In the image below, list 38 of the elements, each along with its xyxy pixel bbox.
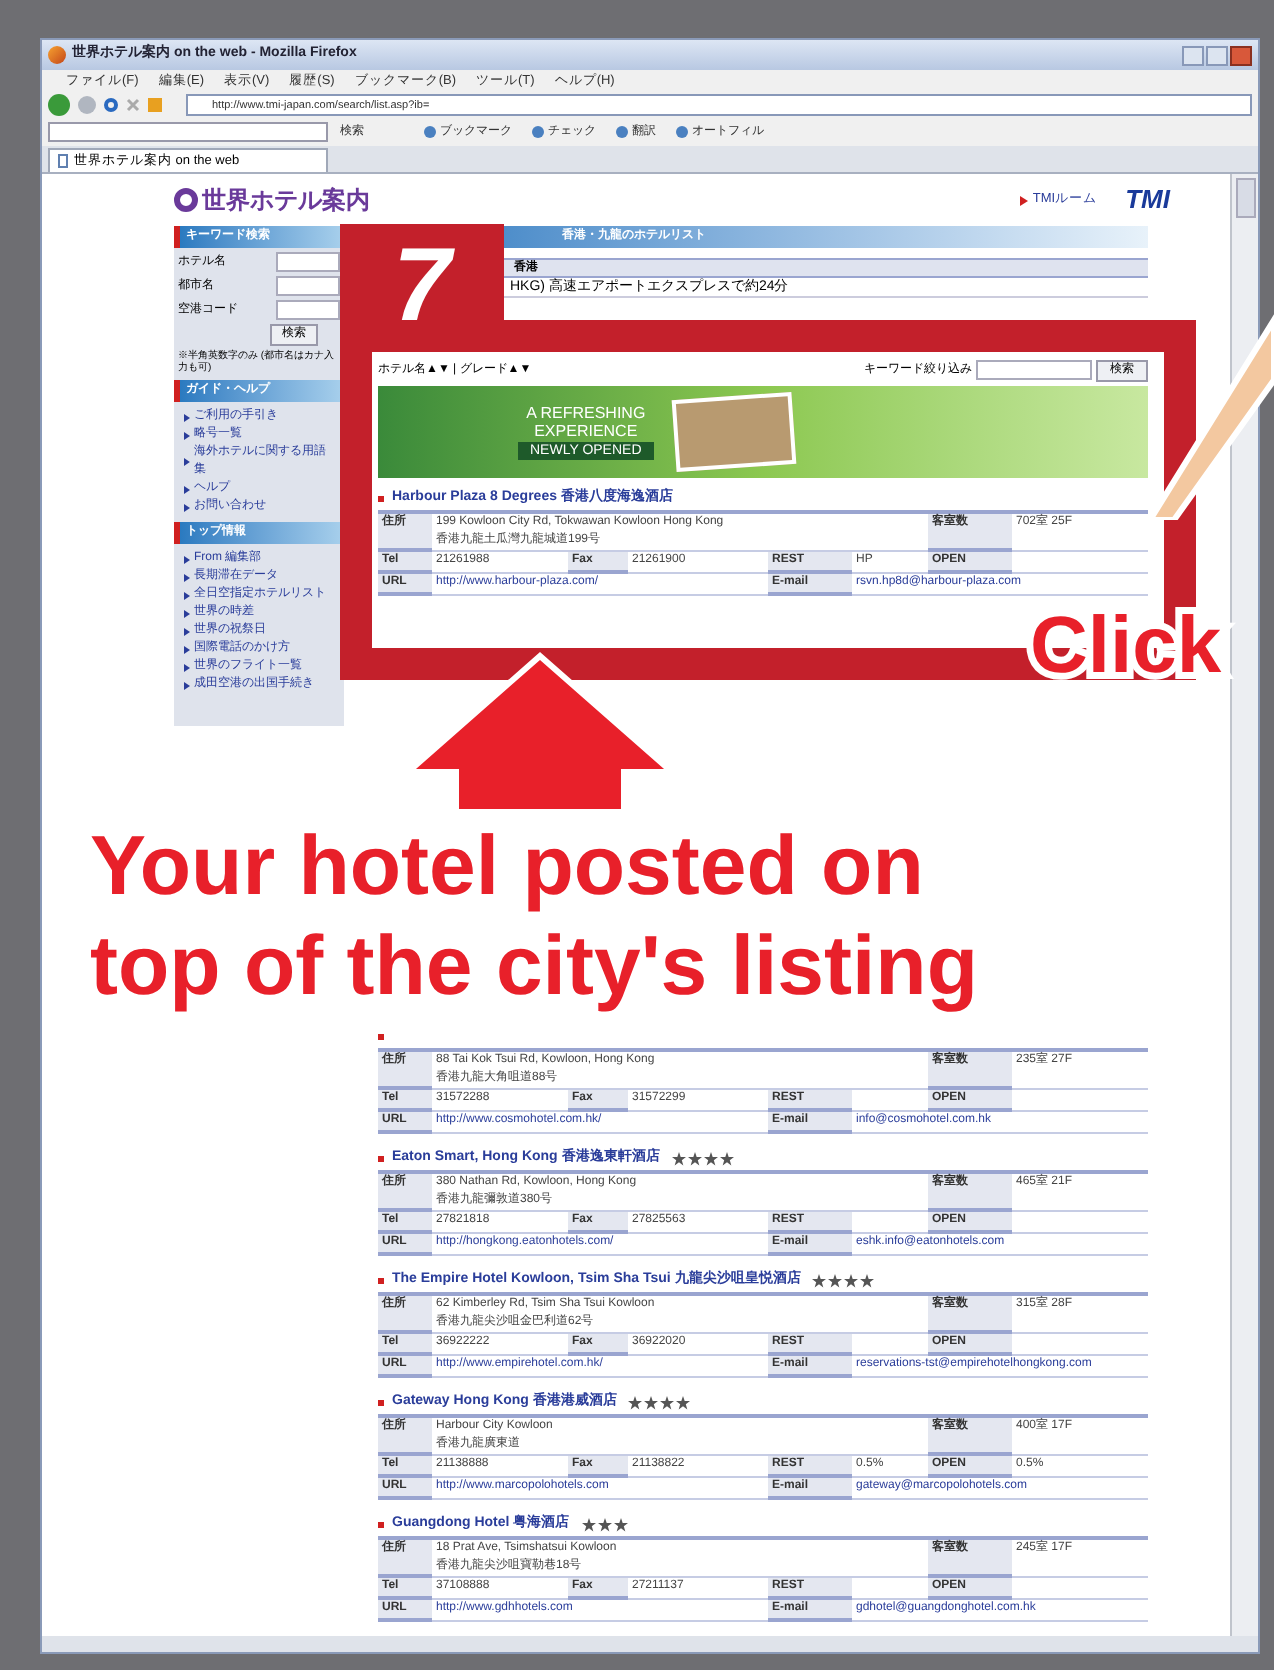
triangle-icon: [184, 503, 190, 511]
bullet-icon: [378, 1033, 384, 1039]
triangle-icon: [184, 681, 190, 689]
banner-text: EXPERIENCE: [534, 422, 638, 440]
bullet-icon: [378, 495, 384, 501]
caption-text: top of the city's listing: [90, 916, 978, 1016]
text-field[interactable]: [276, 252, 340, 272]
site-logo: 世界ホテル案内: [174, 182, 370, 218]
bullet-icon: [378, 1399, 384, 1405]
triangle-icon: [184, 458, 190, 466]
triangle-icon: [184, 555, 190, 563]
stop-icon[interactable]: [126, 98, 140, 112]
search-field[interactable]: [48, 122, 328, 142]
keyword-field[interactable]: [976, 360, 1092, 380]
minimize-button[interactable]: [1182, 45, 1204, 65]
bullet-icon: [378, 1277, 384, 1283]
triangle-icon: [184, 591, 190, 599]
bullet-icon: [378, 1155, 384, 1161]
close-button[interactable]: [1230, 45, 1252, 65]
triangle-icon: [184, 609, 190, 617]
browser-logo-icon: [48, 46, 66, 64]
triangle-icon: [184, 627, 190, 635]
triangle-icon: [184, 573, 190, 581]
triangle-icon: [1020, 195, 1029, 205]
back-button[interactable]: [48, 94, 70, 116]
banner-text: A REFRESHING: [526, 404, 646, 422]
caption-text: Your hotel posted on: [90, 816, 924, 916]
company-logo: TMI: [1125, 182, 1170, 219]
triangle-icon: [184, 485, 190, 493]
photo-placeholder: [671, 391, 796, 473]
triangle-icon: [184, 645, 190, 653]
triangle-icon: [184, 663, 190, 671]
triangle-icon: [184, 431, 190, 439]
forward-button[interactable]: [78, 96, 96, 114]
text-field[interactable]: [276, 300, 340, 320]
bullet-icon: [378, 1521, 384, 1527]
text-field[interactable]: [276, 276, 340, 296]
triangle-icon: [184, 413, 190, 421]
